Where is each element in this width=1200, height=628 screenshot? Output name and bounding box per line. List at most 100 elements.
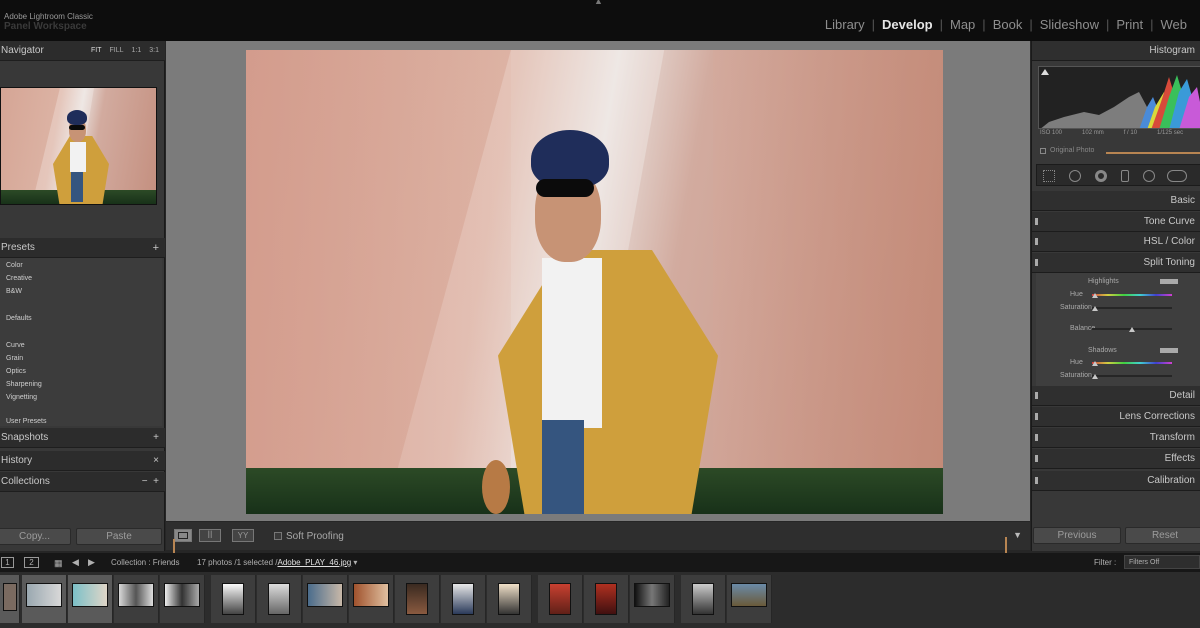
zoom-fit[interactable]: FIT	[91, 47, 102, 54]
filmstrip-thumb[interactable]	[303, 575, 348, 623]
filmstrip-thumb[interactable]	[487, 575, 532, 623]
preset-folder-optics[interactable]: Optics	[6, 368, 26, 375]
second-window-button[interactable]: 2	[24, 557, 39, 568]
section-effects[interactable]: Effects	[1032, 449, 1200, 469]
catalog-name[interactable]: Panel Workspace	[4, 21, 87, 32]
preset-folder-bw[interactable]: B&W	[6, 288, 22, 295]
highlights-swatch[interactable]	[1160, 279, 1178, 284]
hl-saturation-slider[interactable]	[1092, 307, 1172, 309]
filmstrip-thumb[interactable]	[114, 575, 159, 623]
sh-saturation-knob[interactable]	[1092, 374, 1098, 379]
shadows-swatch[interactable]	[1160, 348, 1178, 353]
filter-dropdown[interactable]: Filters Off	[1124, 555, 1200, 569]
filmstrip-thumb[interactable]	[0, 575, 20, 623]
preset-folder-user[interactable]: User Presets	[6, 418, 46, 425]
filmstrip-thumb[interactable]	[441, 575, 486, 623]
reset-button[interactable]: Reset	[1125, 527, 1200, 544]
toolbar-menu-arrow-icon[interactable]: ▼	[1013, 530, 1022, 540]
filmstrip-thumb[interactable]	[584, 575, 629, 623]
histogram-header[interactable]: Histogram	[1032, 41, 1200, 61]
filmstrip-thumb[interactable]	[727, 575, 772, 623]
hl-hue-slider[interactable]	[1092, 294, 1172, 296]
hl-hue-knob[interactable]	[1092, 293, 1098, 298]
navigator-header[interactable]: Navigator FIT FILL 1:1 3:1	[0, 41, 165, 61]
module-map[interactable]: Map	[943, 17, 982, 32]
preset-folder-curve[interactable]: Curve	[6, 342, 25, 349]
section-transform[interactable]: Transform	[1032, 428, 1200, 448]
filmstrip-thumb[interactable]	[22, 575, 67, 623]
navigator-preview[interactable]	[0, 87, 157, 205]
previous-button[interactable]: Previous	[1033, 527, 1121, 544]
original-photo-checkbox[interactable]	[1040, 148, 1046, 154]
crop-tool-icon[interactable]	[1043, 170, 1055, 182]
compare-yy-icon[interactable]: YY	[232, 529, 254, 542]
spot-removal-icon[interactable]	[1069, 170, 1081, 182]
adjustment-brush-icon[interactable]	[1167, 170, 1187, 182]
paste-button[interactable]: Paste	[76, 528, 162, 545]
preset-folder-creative[interactable]: Creative	[6, 275, 32, 282]
add-preset-icon[interactable]: +	[153, 242, 159, 254]
main-window-button[interactable]: 1	[1, 557, 14, 568]
filmstrip-thumb[interactable]	[211, 575, 256, 623]
sh-hue-slider[interactable]	[1092, 362, 1172, 364]
filmstrip-thumb[interactable]	[68, 575, 113, 623]
section-tone-curve[interactable]: Tone Curve	[1032, 212, 1200, 232]
soft-proofing-checkbox[interactable]	[274, 532, 282, 540]
module-web[interactable]: Web	[1154, 17, 1195, 32]
radial-filter-icon[interactable]	[1143, 170, 1155, 182]
preset-folder-vignetting[interactable]: Vignetting	[6, 394, 37, 401]
soft-proofing-label: Soft Proofing	[286, 531, 344, 542]
section-basic[interactable]: Basic	[1032, 191, 1200, 211]
loupe-view-icon[interactable]	[174, 529, 192, 542]
zoom-1-1[interactable]: 1:1	[132, 47, 142, 54]
module-develop[interactable]: Develop	[875, 17, 940, 32]
filename-dropdown-icon[interactable]: ▾	[351, 558, 357, 567]
module-book[interactable]: Book	[986, 17, 1030, 32]
collapse-top-arrow-icon[interactable]: ▲	[594, 0, 603, 6]
histogram-graph[interactable]	[1038, 66, 1200, 129]
main-photo[interactable]	[246, 50, 943, 514]
preset-folder-sharpening[interactable]: Sharpening	[6, 381, 42, 388]
filmstrip-thumb[interactable]	[630, 575, 675, 623]
back-arrow-icon[interactable]: ◀	[72, 557, 79, 568]
module-slideshow[interactable]: Slideshow	[1033, 17, 1106, 32]
module-library[interactable]: Library	[818, 17, 872, 32]
filmstrip-thumb[interactable]	[257, 575, 302, 623]
zoom-fill[interactable]: FILL	[110, 47, 124, 54]
sh-saturation-slider[interactable]	[1092, 375, 1172, 377]
red-eye-icon[interactable]	[1095, 170, 1107, 182]
collections-header[interactable]: Collections − +	[0, 472, 165, 492]
hl-saturation-knob[interactable]	[1092, 306, 1098, 311]
filmstrip-thumb[interactable]	[538, 575, 583, 623]
add-snapshot-icon[interactable]: +	[153, 432, 159, 443]
grid-view-icon[interactable]: ▦	[54, 558, 63, 569]
filmstrip-thumb[interactable]	[160, 575, 205, 623]
filmstrip-thumb[interactable]	[395, 575, 440, 623]
preset-folder-grain[interactable]: Grain	[6, 355, 23, 362]
before-after-icon[interactable]: ꟾꟾ	[199, 529, 221, 542]
clear-history-icon[interactable]: ×	[153, 455, 159, 466]
balance-knob[interactable]	[1129, 327, 1135, 332]
collection-source[interactable]: Collection : Friends	[111, 558, 179, 567]
filmstrip-thumb[interactable]	[349, 575, 394, 623]
section-lens-corrections[interactable]: Lens Corrections	[1032, 407, 1200, 427]
module-print[interactable]: Print	[1109, 17, 1150, 32]
preset-folder-color[interactable]: Color	[6, 262, 23, 269]
filmstrip-thumb[interactable]	[681, 575, 726, 623]
sh-hue-knob[interactable]	[1092, 361, 1098, 366]
zoom-3-1[interactable]: 3:1	[149, 47, 159, 54]
section-split-toning[interactable]: Split Toning	[1032, 253, 1200, 273]
preset-folder-defaults[interactable]: Defaults	[6, 315, 32, 322]
copy-button[interactable]: Copy...	[0, 528, 71, 545]
graduated-filter-icon[interactable]	[1121, 170, 1129, 182]
add-collection-icon[interactable]: +	[153, 476, 159, 487]
presets-header[interactable]: Presets +	[0, 238, 165, 258]
history-header[interactable]: History ×	[0, 451, 165, 471]
forward-arrow-icon[interactable]: ▶	[88, 557, 95, 568]
shadow-clipping-icon[interactable]	[1041, 69, 1049, 75]
section-calibration[interactable]: Calibration	[1032, 471, 1200, 491]
section-hsl[interactable]: HSL / Color	[1032, 232, 1200, 252]
snapshots-header[interactable]: Snapshots +	[0, 428, 165, 448]
section-detail[interactable]: Detail	[1032, 386, 1200, 406]
remove-collection-icon[interactable]: −	[142, 476, 148, 487]
